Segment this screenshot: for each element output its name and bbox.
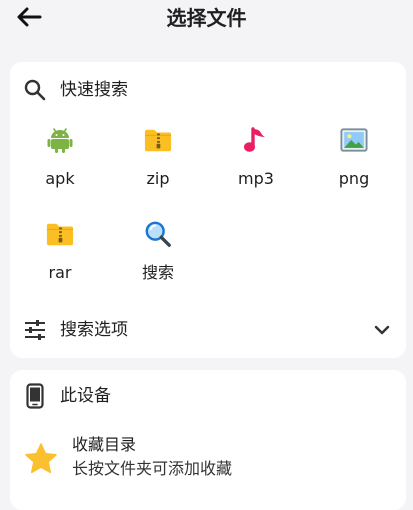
search-options-row[interactable]: 搜索选项 (10, 316, 406, 344)
magnifier-icon (144, 220, 172, 248)
quick-search-label: mp3 (238, 169, 274, 188)
quick-search-label: apk (45, 169, 75, 188)
favorites-title: 收藏目录 (72, 435, 137, 454)
page-title: 选择文件 (166, 6, 247, 30)
quick-search-label: 搜索 (141, 263, 174, 282)
chevron-down-icon[interactable] (372, 320, 392, 340)
favorites-row[interactable]: 收藏目录 长按文件夹可添加收藏 (10, 432, 406, 488)
search-icon (22, 77, 48, 103)
zip-folder-icon (144, 126, 172, 154)
music-note-icon (242, 126, 270, 154)
device-title: 此设备 (60, 386, 111, 406)
device-card: 此设备 收藏目录 长按文件夹可添加收藏 (10, 370, 406, 510)
top-bar: 选择文件 (0, 0, 413, 52)
quick-search-zip[interactable]: zip (109, 126, 207, 206)
quick-search-apk[interactable]: apk (11, 126, 109, 206)
quick-search-label: zip (146, 169, 170, 188)
favorites-subtitle: 长按文件夹可添加收藏 (72, 459, 233, 478)
quick-search-title: 快速搜索 (60, 80, 128, 100)
quick-search-mp3[interactable]: mp3 (207, 126, 305, 206)
quick-search-label: png (338, 169, 370, 188)
search-options-label: 搜索选项 (60, 320, 128, 340)
image-icon (340, 126, 368, 154)
quick-search-label: rar (48, 263, 72, 282)
android-icon (46, 126, 74, 154)
quick-search-card: 快速搜索 apk zip mp3 png rar 搜索 搜索选项 (10, 62, 406, 358)
rar-folder-icon (46, 220, 74, 248)
quick-search-png[interactable]: png (305, 126, 403, 206)
star-icon (25, 443, 57, 474)
phone-icon (22, 383, 48, 409)
quick-search-header: 快速搜索 (10, 76, 406, 104)
quick-search-rar[interactable]: rar (11, 220, 109, 300)
tune-sliders-icon (22, 317, 48, 343)
quick-search-custom[interactable]: 搜索 (109, 220, 207, 300)
this-device-row[interactable]: 此设备 (10, 382, 406, 410)
